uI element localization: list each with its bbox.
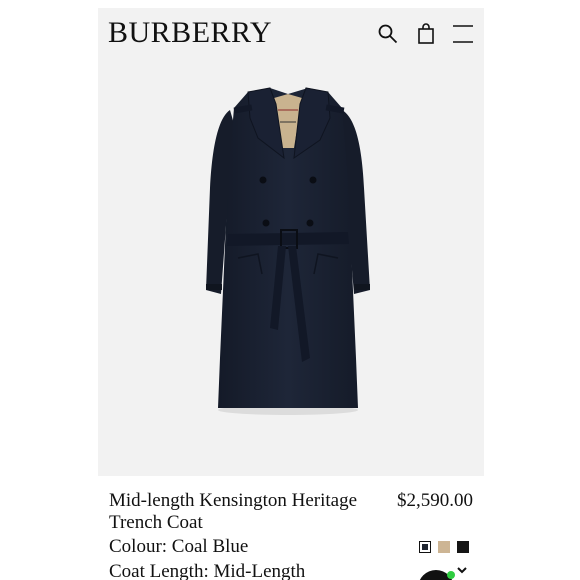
product-image[interactable] — [98, 58, 484, 476]
swatch-coal-blue[interactable] — [419, 541, 431, 553]
menu-icon[interactable] — [451, 22, 475, 46]
product-title: Mid-length Kensington Heritage Trench Co… — [109, 490, 358, 533]
search-icon[interactable] — [376, 22, 400, 46]
product-info: Mid-length Kensington Heritage Trench Co… — [98, 476, 484, 580]
product-price: $2,590.00 — [397, 490, 473, 511]
shopping-bag-icon[interactable] — [414, 22, 438, 46]
online-status-dot — [447, 571, 455, 579]
site-header: BURBERRY — [98, 8, 484, 58]
coat-length-label: Coat Length: Mid-Length — [109, 561, 306, 580]
swatch-honey[interactable] — [438, 541, 450, 553]
top-edge — [98, 0, 484, 8]
swatch-black[interactable] — [457, 541, 469, 553]
product-page: BURBERRY Mid-length Kensington Heritage … — [98, 0, 484, 580]
chevron-down-icon[interactable] — [456, 567, 468, 575]
brand-logo[interactable]: BURBERRY — [108, 17, 272, 49]
colour-label: Colour: Coal Blue — [109, 536, 249, 557]
